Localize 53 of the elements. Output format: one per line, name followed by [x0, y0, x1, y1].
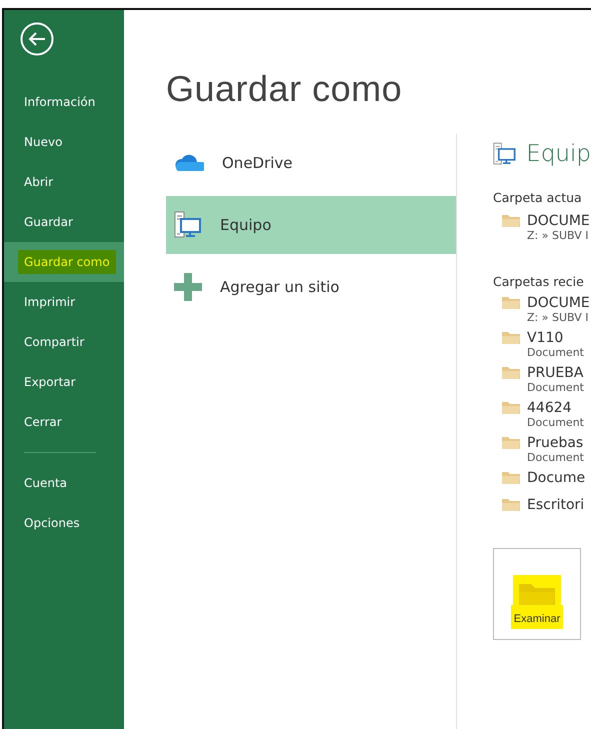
menu-item[interactable]: Exportar — [18, 375, 82, 389]
folder-name: DOCUME — [527, 295, 590, 311]
section-heading: Carpetas recie — [493, 274, 585, 289]
folder-icon — [502, 365, 520, 379]
menu-item[interactable]: Nuevo — [18, 135, 68, 149]
menu-item[interactable]: Guardar como — [18, 250, 116, 274]
menu-item[interactable]: Guardar — [18, 215, 79, 229]
folder-icon — [502, 330, 520, 344]
menu-item[interactable]: Cerrar — [18, 415, 68, 429]
folder-item[interactable]: DOCUME Z: » SUBV I — [493, 295, 591, 324]
folder-item[interactable]: 44624 Document — [493, 400, 591, 429]
menu-item[interactable]: Compartir — [18, 335, 90, 349]
folder-name: PRUEBA — [527, 365, 584, 381]
section-heading: Carpeta actua — [493, 190, 583, 205]
folder-item[interactable]: Docume — [493, 470, 591, 486]
folder-icon — [502, 295, 520, 309]
folder-item[interactable]: Escritori — [493, 497, 591, 513]
folder-icon — [502, 435, 520, 449]
folder-path: Document — [527, 381, 584, 394]
folder-path: Z: » SUBV I — [527, 229, 590, 242]
folder-path: Z: » SUBV I — [527, 311, 590, 324]
place-item[interactable]: OneDrive — [166, 144, 456, 182]
back-icon[interactable] — [20, 22, 54, 56]
menu-item[interactable]: Opciones — [18, 516, 86, 530]
menu-item[interactable]: Imprimir — [18, 295, 82, 309]
folder-path: Document — [527, 346, 584, 359]
folder-path: Document — [527, 451, 584, 464]
folder-item[interactable]: PRUEBA Document — [493, 365, 591, 394]
cloud-icon — [174, 154, 204, 172]
folder-name: DOCUME — [527, 213, 590, 229]
place-item[interactable]: Agregar un sitio — [166, 268, 456, 306]
menu-item[interactable]: Abrir — [18, 175, 60, 189]
folder-path: Document — [527, 416, 584, 429]
folder-name: V110 — [527, 330, 564, 346]
browse-button[interactable]: Examinar — [493, 548, 581, 640]
folder-name: 44624 — [527, 400, 573, 416]
page-title: Guardar como — [166, 68, 404, 110]
computer-icon — [174, 211, 202, 239]
menu-item[interactable]: Información — [18, 95, 102, 109]
folder-name: Escritori — [527, 497, 584, 513]
folder-icon — [502, 400, 520, 414]
section-title: Equip — [526, 141, 591, 167]
folder-item[interactable]: V110 Document — [493, 330, 591, 359]
folder-icon — [502, 497, 520, 511]
folder-name: Docume — [527, 470, 586, 486]
folder-icon — [502, 470, 520, 484]
folder-item[interactable]: DOCUME Z: » SUBV I — [493, 213, 591, 242]
folder-icon — [502, 213, 520, 227]
place-item[interactable]: Equipo — [166, 196, 456, 254]
folder-name: Pruebas — [527, 435, 584, 451]
folder-item[interactable]: Pruebas Document — [493, 435, 591, 464]
plus-icon — [174, 273, 202, 301]
menu-item[interactable]: Cuenta — [18, 476, 74, 490]
